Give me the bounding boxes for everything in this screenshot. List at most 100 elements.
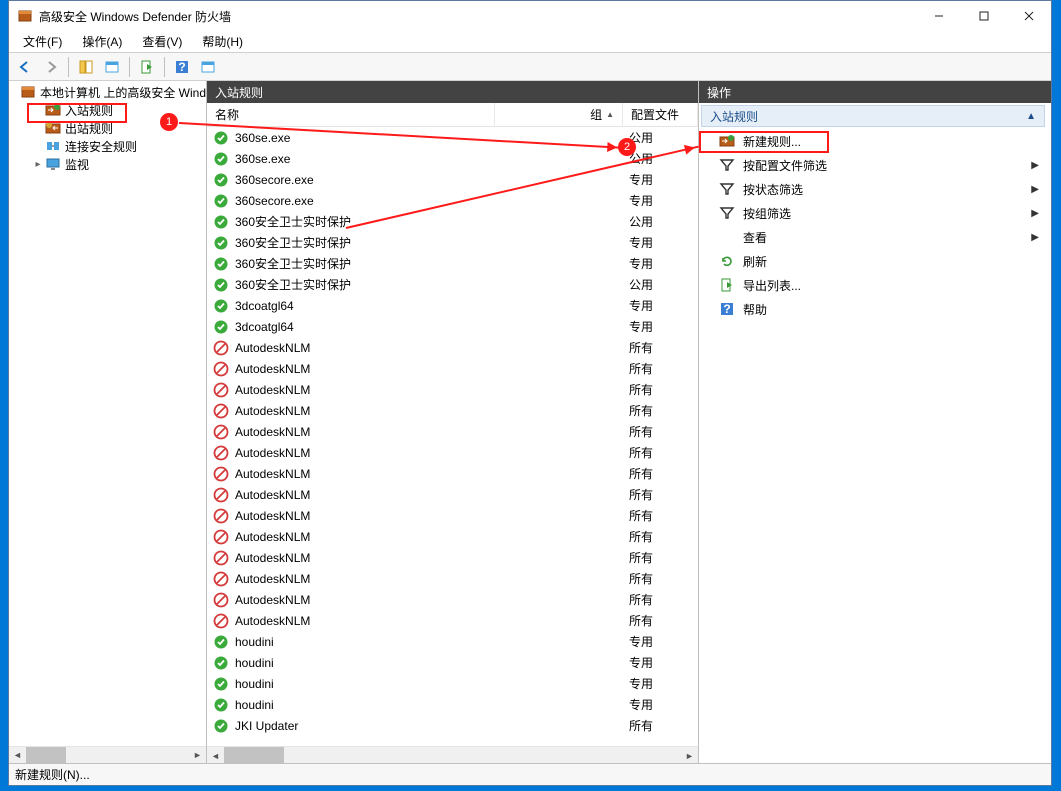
actions-pane: 操作 入站规则 ▲ 新建规则...按配置文件筛选▶按状态筛选▶按组筛选▶查看▶刷…	[699, 81, 1051, 763]
action-filter-state[interactable]: 按状态筛选▶	[701, 177, 1045, 201]
action-filter-group[interactable]: 按组筛选▶	[701, 201, 1045, 225]
new-rule-toolbar-button[interactable]	[196, 55, 220, 79]
rule-name: AutodeskNLM	[235, 593, 501, 607]
rule-row[interactable]: AutodeskNLM所有	[207, 505, 698, 526]
scroll-track[interactable]	[224, 747, 681, 763]
connsec-icon	[45, 138, 61, 154]
rule-row[interactable]: AutodeskNLM所有	[207, 337, 698, 358]
action-export-list[interactable]: 导出列表...	[701, 273, 1045, 297]
rule-row[interactable]: 3dcoatgl64专用	[207, 295, 698, 316]
rule-row[interactable]: AutodeskNLM所有	[207, 526, 698, 547]
actions-section-header[interactable]: 入站规则 ▲	[701, 105, 1045, 127]
tree-root-label: 本地计算机 上的高级安全 Wind	[40, 84, 206, 101]
scroll-left-button[interactable]: ◄	[9, 747, 26, 764]
submenu-arrow-icon: ▶	[1031, 160, 1039, 171]
menu-help[interactable]: 帮助(H)	[194, 31, 251, 52]
rule-row[interactable]: 3dcoatgl64专用	[207, 316, 698, 337]
actions-body: 入站规则 ▲ 新建规则...按配置文件筛选▶按状态筛选▶按组筛选▶查看▶刷新导出…	[699, 103, 1051, 763]
action-filter-profile[interactable]: 按配置文件筛选▶	[701, 153, 1045, 177]
rule-row[interactable]: AutodeskNLM所有	[207, 463, 698, 484]
tree-item-connsec[interactable]: ▸连接安全规则	[9, 137, 206, 155]
close-button[interactable]	[1006, 1, 1051, 31]
back-button[interactable]	[13, 55, 37, 79]
rule-row[interactable]: houdini专用	[207, 631, 698, 652]
submenu-arrow-icon: ▶	[1031, 232, 1039, 243]
forward-button[interactable]	[39, 55, 63, 79]
column-header-group[interactable]: 组▲	[495, 103, 623, 127]
rule-row[interactable]: 360se.exe公用	[207, 127, 698, 148]
rule-profile: 专用	[629, 171, 698, 188]
show-tree-button[interactable]	[74, 55, 98, 79]
rule-row[interactable]: AutodeskNLM所有	[207, 358, 698, 379]
rule-row[interactable]: houdini专用	[207, 694, 698, 715]
rule-row[interactable]: AutodeskNLM所有	[207, 568, 698, 589]
rule-row[interactable]: 360安全卫士实时保护 专用	[207, 253, 698, 274]
scroll-thumb[interactable]	[26, 747, 66, 764]
rule-row[interactable]: houdini专用	[207, 652, 698, 673]
tree-item-monitor[interactable]: ▸ 监视	[9, 155, 206, 173]
rule-profile: 所有	[629, 360, 698, 377]
column-header-profile[interactable]: 配置文件	[623, 103, 698, 127]
rule-row[interactable]: 360se.exe公用	[207, 148, 698, 169]
allow-icon	[213, 235, 229, 251]
rule-row[interactable]: AutodeskNLM所有	[207, 484, 698, 505]
rule-name: 360安全卫士实时保护	[235, 255, 501, 272]
rule-row[interactable]: AutodeskNLM所有	[207, 547, 698, 568]
tree-item-inbound[interactable]: ▸入站规则	[9, 101, 206, 119]
allow-icon	[213, 193, 229, 209]
action-label: 查看	[743, 229, 1031, 246]
rule-profile: 专用	[629, 234, 698, 251]
action-view[interactable]: 查看▶	[701, 225, 1045, 249]
rule-row[interactable]: 360secore.exe专用	[207, 190, 698, 211]
menu-view[interactable]: 查看(V)	[134, 31, 190, 52]
rule-row[interactable]: AutodeskNLM所有	[207, 379, 698, 400]
block-icon	[213, 445, 229, 461]
properties-button[interactable]	[100, 55, 124, 79]
rules-hscrollbar[interactable]: ◄ ►	[207, 746, 698, 763]
rule-row[interactable]: 360secore.exe专用	[207, 169, 698, 190]
minimize-button[interactable]	[916, 1, 961, 31]
block-icon	[213, 592, 229, 608]
rule-row[interactable]: AutodeskNLM所有	[207, 421, 698, 442]
rule-row[interactable]: JKI Updater所有	[207, 715, 698, 736]
rule-profile: 专用	[629, 654, 698, 671]
column-header-name[interactable]: 名称	[207, 103, 495, 127]
rule-row[interactable]: AutodeskNLM所有	[207, 589, 698, 610]
action-help[interactable]: ?帮助	[701, 297, 1045, 321]
rule-profile: 所有	[629, 423, 698, 440]
tree-item-label: 监视	[65, 156, 89, 173]
maximize-button[interactable]	[961, 1, 1006, 31]
tree-hscrollbar[interactable]: ◄ ►	[9, 746, 206, 763]
tree-item-outbound[interactable]: ▸出站规则	[9, 119, 206, 137]
scroll-right-button[interactable]: ►	[189, 747, 206, 764]
titlebar: 高级安全 Windows Defender 防火墙	[9, 1, 1051, 31]
menu-action[interactable]: 操作(A)	[74, 31, 130, 52]
allow-icon	[213, 277, 229, 293]
menu-file[interactable]: 文件(F)	[15, 31, 70, 52]
export-button[interactable]	[135, 55, 159, 79]
rule-profile: 公用	[629, 276, 698, 293]
expand-icon[interactable]: ▸	[31, 159, 45, 170]
help-button[interactable]: ?	[170, 55, 194, 79]
scroll-thumb[interactable]	[224, 747, 284, 763]
allow-icon	[213, 697, 229, 713]
action-refresh[interactable]: 刷新	[701, 249, 1045, 273]
tree-item-label: 连接安全规则	[65, 138, 137, 155]
tree-root[interactable]: ▸本地计算机 上的高级安全 Wind	[9, 83, 206, 101]
rule-row[interactable]: AutodeskNLM所有	[207, 610, 698, 631]
rule-row[interactable]: 360安全卫士实时保护专用	[207, 232, 698, 253]
scroll-right-button[interactable]: ►	[681, 747, 698, 763]
rule-row[interactable]: houdini专用	[207, 673, 698, 694]
rule-name: AutodeskNLM	[235, 404, 501, 418]
collapse-icon: ▲	[1026, 111, 1036, 122]
scroll-left-button[interactable]: ◄	[207, 747, 224, 763]
rule-profile: 专用	[629, 255, 698, 272]
rule-row[interactable]: 360安全卫士实时保护公用	[207, 274, 698, 295]
scroll-track[interactable]	[26, 747, 189, 764]
rule-row[interactable]: AutodeskNLM所有	[207, 442, 698, 463]
rule-row[interactable]: AutodeskNLM所有	[207, 400, 698, 421]
rule-name: AutodeskNLM	[235, 446, 501, 460]
allow-icon	[213, 130, 229, 146]
rule-row[interactable]: 360安全卫士实时保护公用	[207, 211, 698, 232]
action-new-rule[interactable]: 新建规则...	[701, 129, 1045, 153]
